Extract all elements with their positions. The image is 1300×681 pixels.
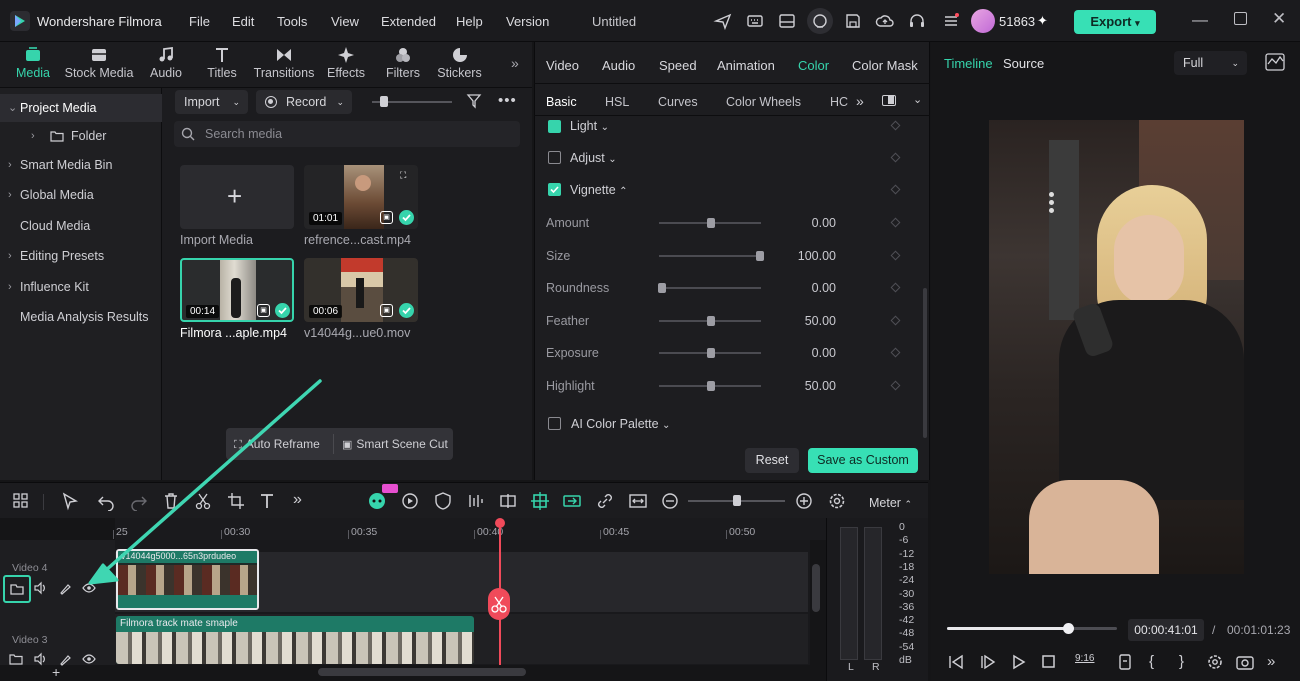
annotation-arrow (88, 379, 322, 585)
